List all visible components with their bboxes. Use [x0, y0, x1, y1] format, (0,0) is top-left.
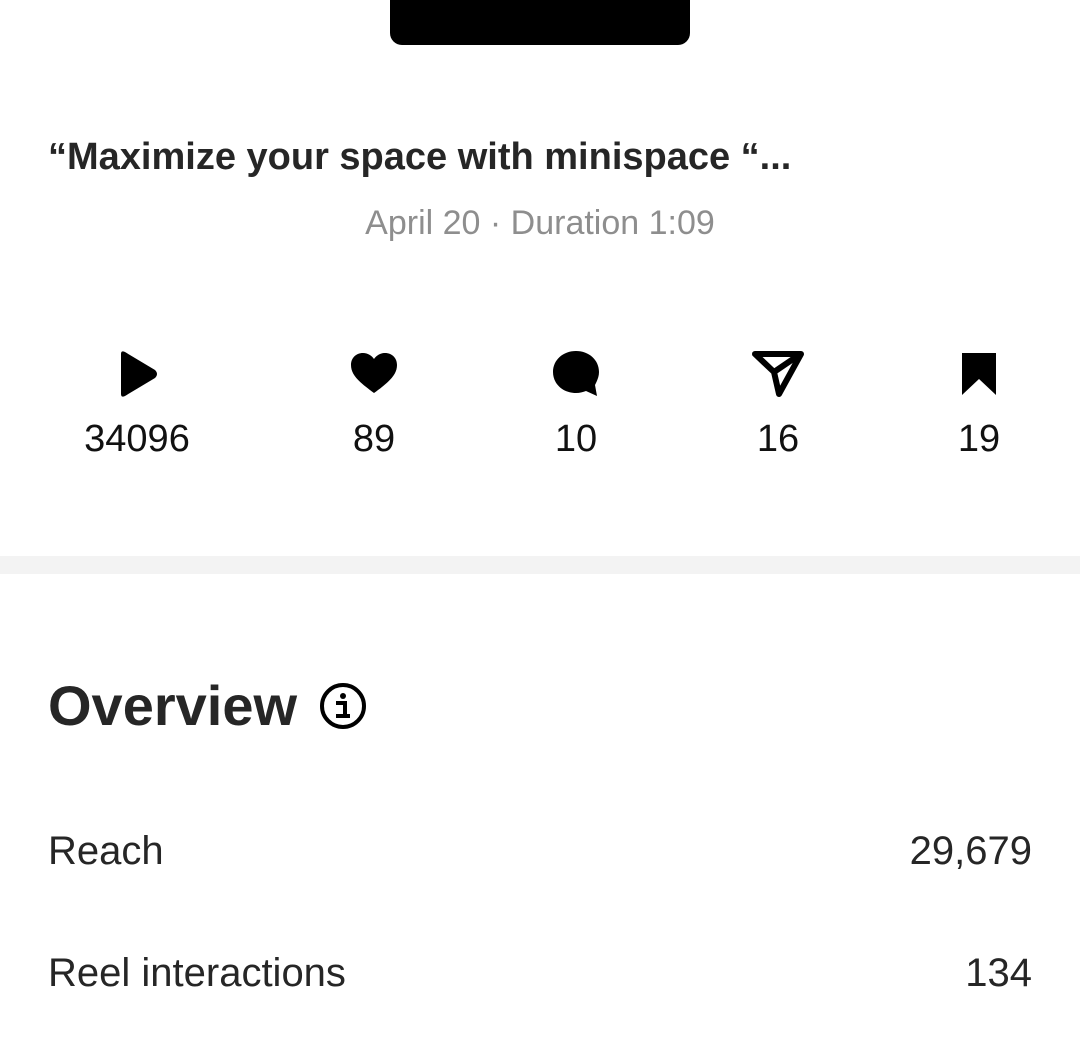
- info-icon[interactable]: [318, 681, 368, 731]
- stat-comments-value: 10: [554, 418, 598, 460]
- metric-value: 134: [965, 951, 1032, 995]
- stat-shares: 16: [678, 345, 878, 467]
- stat-shares-value: 16: [756, 418, 800, 460]
- section-divider: [0, 556, 1080, 574]
- metric-value: 29,679: [909, 829, 1032, 873]
- metric-label: Reel interactions: [48, 951, 346, 995]
- share-icon: [678, 345, 878, 403]
- post-meta: April 20 · Duration 1:09: [365, 204, 715, 242]
- post-caption: “Maximize your space with minispace “...: [48, 136, 792, 178]
- stat-comments: 10: [476, 345, 676, 467]
- heart-icon: [274, 345, 474, 403]
- bookmark-icon: [879, 345, 1079, 403]
- stat-saves-value: 19: [957, 418, 1001, 460]
- overview-title: Overview: [48, 674, 298, 737]
- metric-row-reach[interactable]: Reach 29,679: [48, 823, 1032, 879]
- comment-icon: [476, 345, 676, 403]
- metric-row-reel-interactions[interactable]: Reel interactions 134: [48, 945, 1032, 1001]
- stat-plays-value: 34096: [84, 418, 190, 460]
- play-icon: [37, 345, 237, 403]
- reel-thumbnail[interactable]: [390, 0, 690, 45]
- stat-likes: 89: [274, 345, 474, 467]
- stat-saves: 19: [879, 345, 1079, 467]
- stat-likes-value: 89: [352, 418, 396, 460]
- metric-label: Reach: [48, 829, 164, 873]
- stat-plays: 34096: [37, 345, 237, 467]
